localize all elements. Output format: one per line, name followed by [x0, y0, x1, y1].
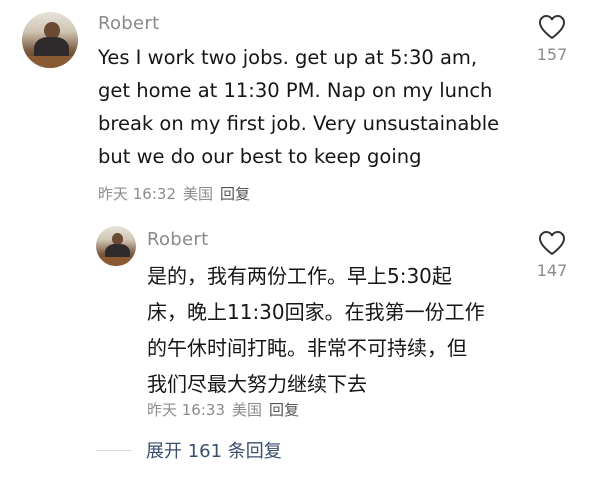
avatar-desk: [96, 257, 136, 266]
reply-location: 美国: [232, 401, 263, 419]
reply-time: 昨天 16:33: [147, 401, 225, 419]
expand-replies-button[interactable]: 展开 161 条回复: [96, 437, 282, 463]
comment-location: 美国: [183, 185, 214, 203]
reply-meta: 昨天 16:33 美国 回复: [147, 399, 299, 420]
reply-text: 是的，我有两份工作。早上5:30起 床，晚上11:30回家。在我第一份工作 的午…: [147, 264, 485, 396]
reply-like-button[interactable]: 147: [536, 230, 568, 280]
reply-reply-button[interactable]: 回复: [269, 399, 299, 420]
comment-avatar[interactable]: [22, 12, 78, 68]
comment-meta: 昨天 16:32 美国 回复: [98, 183, 250, 204]
heart-outline-icon: [539, 15, 565, 39]
comment-author[interactable]: Robert: [98, 13, 159, 34]
reply-like-count: 147: [536, 261, 568, 280]
expand-replies-label: 展开 161 条回复: [146, 441, 282, 462]
reply-avatar[interactable]: [96, 226, 136, 266]
comment-like-count: 157: [536, 45, 568, 64]
heart-outline-icon: [539, 231, 565, 255]
comment-text: Yes I work two jobs. get up at 5:30 am, …: [98, 46, 500, 168]
reply-author[interactable]: Robert: [147, 229, 208, 250]
expand-divider: [96, 449, 132, 451]
avatar-desk: [22, 55, 78, 68]
comment-time: 昨天 16:32: [98, 185, 176, 203]
comment-reply-button[interactable]: 回复: [220, 183, 250, 204]
comment-like-button[interactable]: 157: [536, 14, 568, 64]
